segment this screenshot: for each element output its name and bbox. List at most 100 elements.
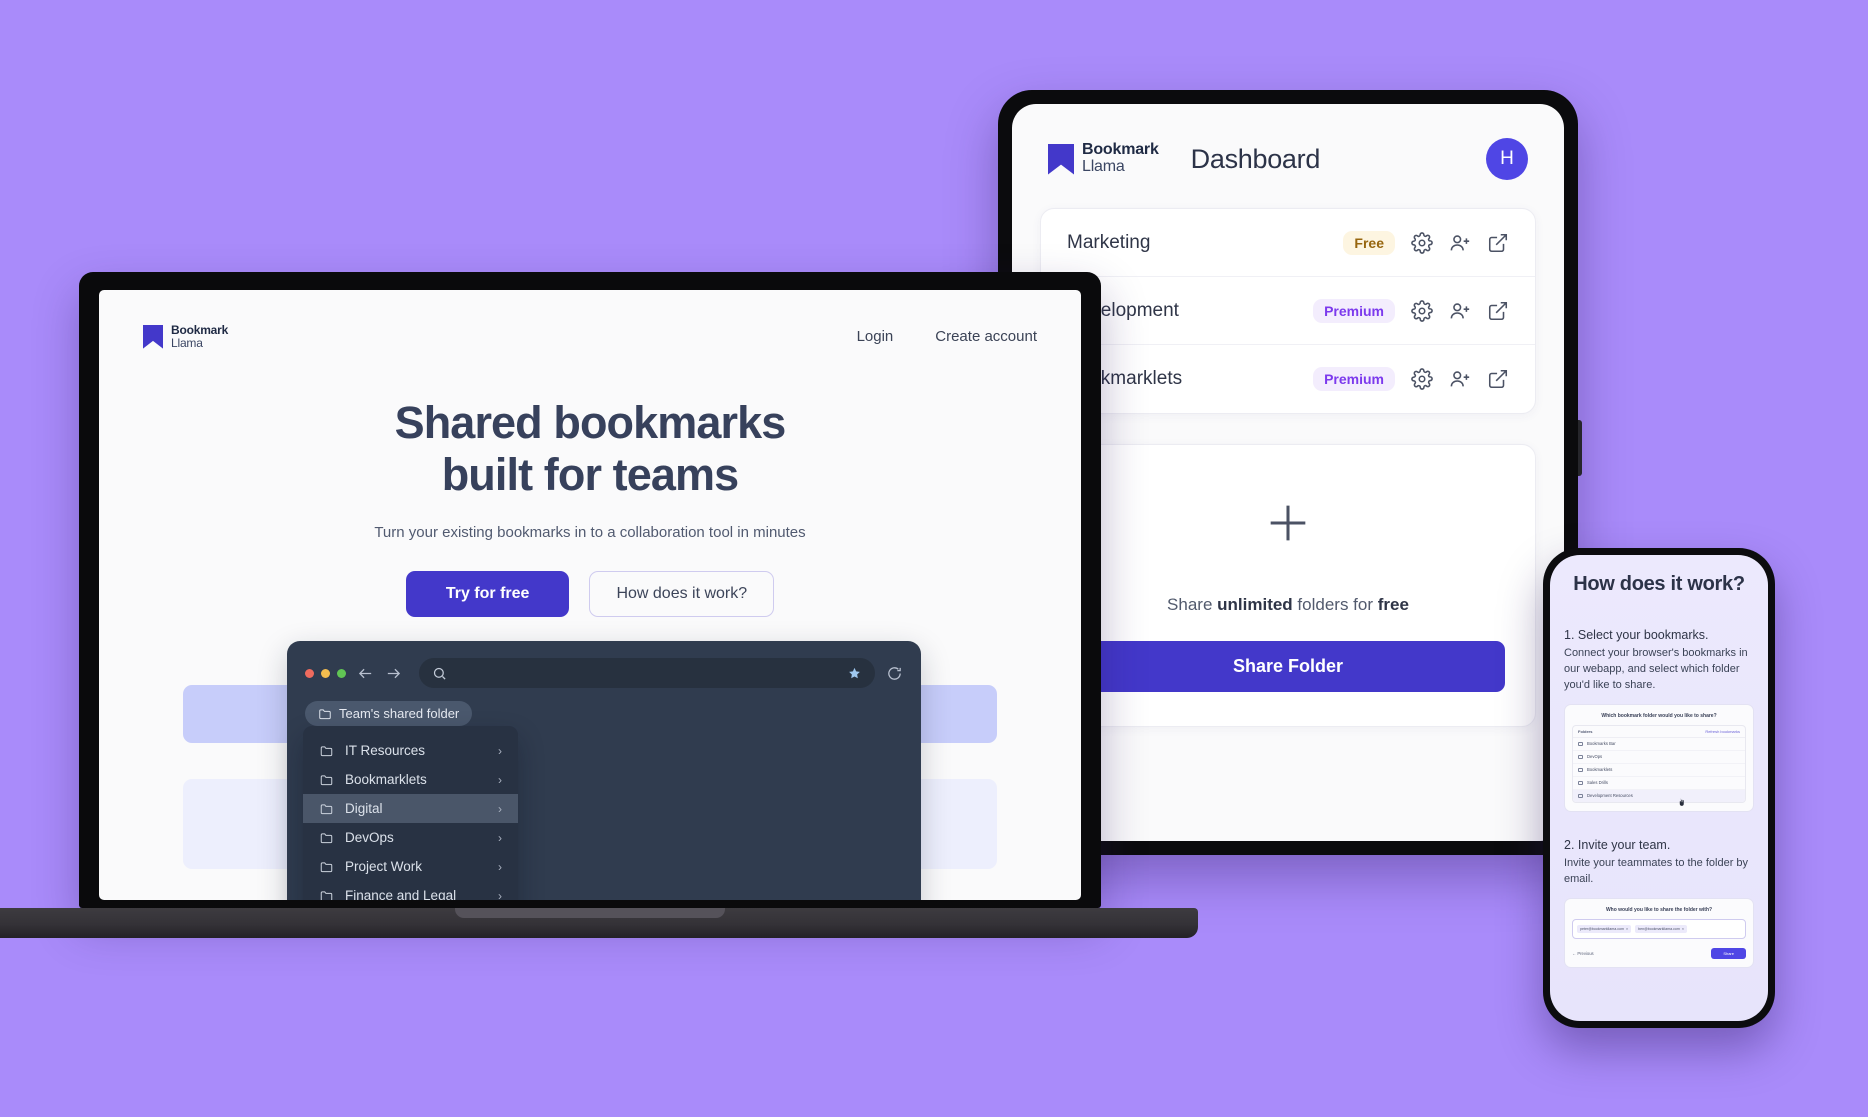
menu-item[interactable]: IT Resources › xyxy=(303,736,518,765)
menu-item[interactable]: Bookmarklets › xyxy=(303,765,518,794)
brand-logo: Bookmark Llama xyxy=(1048,141,1159,176)
search-icon xyxy=(433,667,446,680)
email-field[interactable]: peter@bookmarkllama.com × ben@bookmarklla… xyxy=(1572,918,1746,939)
refresh-bookmarks-link[interactable]: Refresh bookmarks xyxy=(1705,729,1740,734)
back-arrow-icon[interactable] xyxy=(357,665,374,682)
external-link-icon[interactable] xyxy=(1487,232,1509,254)
share-folder-button[interactable]: Share Folder xyxy=(1071,641,1505,692)
close-icon[interactable]: × xyxy=(1626,927,1628,931)
folder-icon xyxy=(1578,780,1583,785)
table-row[interactable]: Marketing Free xyxy=(1041,209,1535,277)
login-link[interactable]: Login xyxy=(857,328,894,345)
menu-item-label: Finance and Legal xyxy=(345,888,457,900)
create-account-link[interactable]: Create account xyxy=(935,328,1037,345)
mini-shot-title: Who would you like to share the folder w… xyxy=(1605,906,1713,913)
gear-icon[interactable] xyxy=(1411,368,1433,390)
list-item-label: DevOps xyxy=(1587,754,1603,760)
menu-item-label: DevOps xyxy=(345,830,394,845)
chevron-right-icon: › xyxy=(498,888,502,901)
browser-mockup: Team's shared folder IT Resources › Book… xyxy=(287,641,921,900)
hero-title-line-2: built for teams xyxy=(441,449,739,501)
tablet-side-button xyxy=(1578,420,1582,476)
bookmark-icon xyxy=(1048,143,1074,175)
chevron-right-icon: › xyxy=(498,859,502,874)
laptop-lid: Bookmark Llama Login Create account Shar… xyxy=(79,272,1101,908)
how-does-it-work-button[interactable]: How does it work? xyxy=(589,570,775,617)
close-dot-icon[interactable] xyxy=(305,668,314,678)
menu-item[interactable]: DevOps › xyxy=(303,823,518,852)
previous-label: Previous xyxy=(1577,950,1594,956)
brand-line-2: Llama xyxy=(1082,158,1125,175)
list-item[interactable]: DevOps xyxy=(1573,751,1745,764)
folder-icon xyxy=(320,745,333,756)
try-for-free-button[interactable]: Try for free xyxy=(405,570,570,617)
menu-item[interactable]: Finance and Legal › xyxy=(303,881,518,900)
list-item[interactable]: Sales Drills xyxy=(1573,777,1745,790)
add-person-icon[interactable] xyxy=(1449,300,1471,322)
minimize-dot-icon[interactable] xyxy=(321,668,330,678)
gear-icon[interactable] xyxy=(1411,231,1433,254)
menu-item-label: Project Work xyxy=(345,859,423,874)
shared-folder-tab-label: Team's shared folder xyxy=(339,706,460,721)
menu-item[interactable]: Project Work › xyxy=(303,852,518,881)
forward-arrow-icon[interactable] xyxy=(385,665,402,682)
folder-icon xyxy=(1578,767,1583,772)
close-icon[interactable]: × xyxy=(1682,927,1684,931)
step-1-description: Connect your browser's bookmarks in our … xyxy=(1564,647,1748,691)
list-item[interactable]: Bookmarklets xyxy=(1573,764,1745,777)
menu-item-highlighted[interactable]: Digital › xyxy=(303,794,518,823)
menu-item-label: Digital xyxy=(345,801,383,816)
shared-folder-tab[interactable]: Team's shared folder xyxy=(305,701,473,726)
chevron-right-icon: › xyxy=(498,743,502,758)
list-item-label: Bookmarklets xyxy=(1587,767,1613,773)
email-chip[interactable]: ben@bookmarkllama.com × xyxy=(1635,924,1688,933)
list-item-label: Bookmarks Bar xyxy=(1587,741,1616,747)
chevron-right-icon: › xyxy=(498,830,502,845)
gear-icon[interactable] xyxy=(1411,299,1433,322)
site-navbar: Bookmark Llama Login Create account xyxy=(99,290,1081,349)
list-item[interactable]: Bookmarks Bar xyxy=(1573,738,1745,751)
status-badge: Free xyxy=(1343,230,1395,255)
list-item-selected[interactable]: Development Resources xyxy=(1573,789,1745,802)
table-row[interactable]: Bookmarklets Premium xyxy=(1041,345,1535,413)
status-badge: Premium xyxy=(1313,367,1395,391)
brand-line-1: Bookmark xyxy=(171,323,229,337)
folder-dropdown-menu: IT Resources › Bookmarklets › Digital › xyxy=(303,726,518,900)
step-2-heading: 2. Invite your team. xyxy=(1564,837,1671,852)
hero-section: Shared bookmarks built for teams Turn yo… xyxy=(99,349,1081,617)
folder-name: Marketing xyxy=(1067,231,1151,253)
avatar[interactable]: H xyxy=(1486,138,1528,180)
plus-icon[interactable] xyxy=(1262,497,1314,549)
share-card-caption: Share unlimited folders for free xyxy=(1167,595,1409,614)
add-person-icon[interactable] xyxy=(1449,368,1471,390)
star-icon[interactable] xyxy=(847,666,862,681)
brand-logo: Bookmark Llama xyxy=(143,324,228,349)
step-2-description: Invite your teammates to the folder by e… xyxy=(1564,856,1749,885)
hero-title-line-1: Shared bookmarks xyxy=(394,397,787,449)
email-chip-label: ben@bookmarkllama.com xyxy=(1638,926,1680,931)
traffic-lights xyxy=(305,668,346,678)
table-row[interactable]: Development Premium xyxy=(1041,277,1535,345)
external-link-icon[interactable] xyxy=(1487,368,1509,390)
folder-icon xyxy=(320,803,333,814)
promo-composite: Bookmark Llama Dashboard H Marketing Fre… xyxy=(0,0,1868,1117)
folder-icon xyxy=(1578,754,1583,759)
share-button[interactable]: Share xyxy=(1711,947,1746,959)
list-item-label: Sales Drills xyxy=(1587,780,1608,786)
folder-icon xyxy=(319,708,331,719)
phone-page-title: How does it work? xyxy=(1573,573,1745,595)
search-input[interactable] xyxy=(419,658,875,688)
maximize-dot-icon[interactable] xyxy=(337,668,346,678)
external-link-icon[interactable] xyxy=(1487,300,1509,322)
chevron-right-icon xyxy=(1578,741,1583,746)
brand-line-2: Llama xyxy=(171,335,203,350)
email-chip[interactable]: peter@bookmarkllama.com × xyxy=(1577,924,1632,933)
reload-icon[interactable] xyxy=(886,665,903,682)
brand-line-1: Bookmark xyxy=(1082,141,1159,159)
add-person-icon[interactable] xyxy=(1449,232,1471,254)
laptop-base xyxy=(0,908,1198,938)
hand-cursor-icon xyxy=(1679,798,1684,806)
email-chip-label: peter@bookmarkllama.com xyxy=(1580,926,1624,931)
chevron-right-icon: › xyxy=(498,772,502,787)
previous-button[interactable]: ← Previous xyxy=(1572,951,1594,956)
